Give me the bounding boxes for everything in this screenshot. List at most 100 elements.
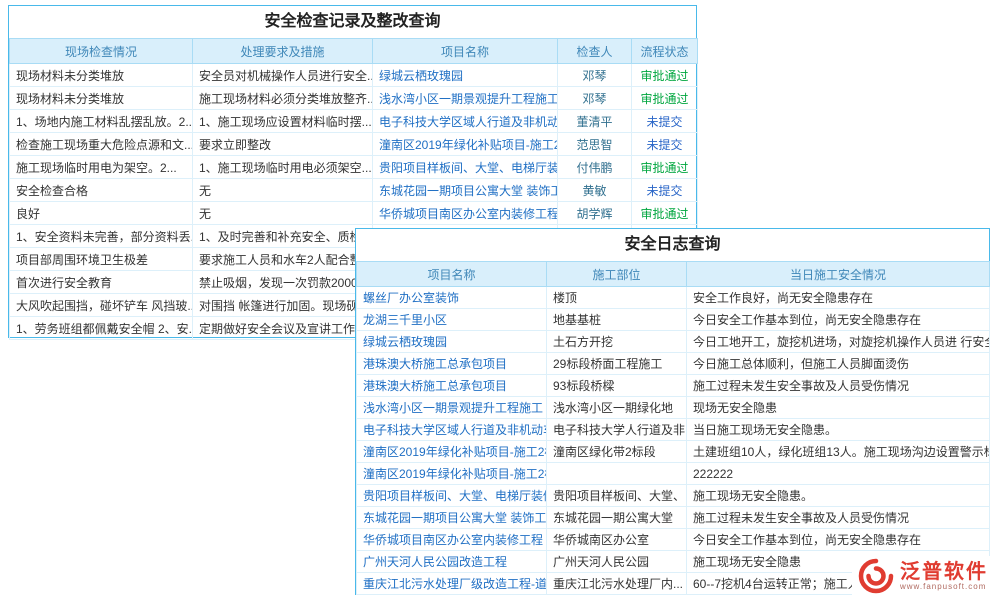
project-link[interactable]: 螺丝厂办公室装饰 [357, 287, 547, 309]
project-link[interactable]: 电子科技大学区域人行道及非机动车道 [357, 419, 547, 441]
project-link[interactable]: 龙湖三千里小区 [357, 309, 547, 331]
logo-subtext: www.fanpusoft.com [900, 583, 988, 592]
table-row[interactable]: 良好无华侨城项目南区办公室内装修工程胡学辉审批通过 [10, 202, 698, 225]
column-header: 处理要求及措施 [193, 39, 373, 64]
cell: 黄敏 [558, 179, 632, 202]
project-link[interactable]: 港珠澳大桥施工总承包项目 [357, 375, 547, 397]
safety-log-title: 安全日志查询 [356, 229, 989, 261]
project-link[interactable]: 绿城云栖玫瑰园 [373, 64, 558, 87]
table-row[interactable]: 潼南区2019年绿化补贴项目-施工2标段潼南区绿化带2标段土建班组10人，绿化班… [357, 441, 990, 463]
cell: 要求施工人员和水车2人配合整... [193, 248, 373, 271]
project-link[interactable]: 重庆江北污水处理厂级改造工程-道路修复 [357, 573, 547, 595]
table-row[interactable]: 港珠澳大桥施工总承包项目93标段桥樑施工过程未发生安全事故及人员受伤情况 [357, 375, 990, 397]
cell: 施工过程未发生安全事故及人员受伤情况 [687, 375, 990, 397]
cell: 安全检查合格 [10, 179, 193, 202]
cell: 当日施工现场无安全隐患。 [687, 419, 990, 441]
cell: 今日安全工作基本到位，尚无安全隐患存在 [687, 529, 990, 551]
project-link[interactable]: 东城花园一期项目公寓大堂 装饰工程 [357, 507, 547, 529]
cell: 93标段桥樑 [547, 375, 687, 397]
cell: 安全员对机械操作人员进行安全... [193, 64, 373, 87]
project-link[interactable]: 电子科技大学区域人行道及非机动车道工程 [373, 110, 558, 133]
cell: 东城花园一期公寓大堂 [547, 507, 687, 529]
status-badge[interactable]: 审批通过 [632, 156, 698, 179]
cell: 土石方开挖 [547, 331, 687, 353]
cell: 贵阳项目样板间、大堂、电... [547, 485, 687, 507]
cell: 安全工作良好，尚无安全隐患存在 [687, 287, 990, 309]
column-header: 现场检查情况 [10, 39, 193, 64]
table-row[interactable]: 绿城云栖玫瑰园土石方开挖今日工地开工，旋挖机进场，对旋挖机操作人员进 行安全技术… [357, 331, 990, 353]
table-row[interactable]: 龙湖三千里小区地基基桩今日安全工作基本到位，尚无安全隐患存在 [357, 309, 990, 331]
cell: 项目部周围环境卫生极差 [10, 248, 193, 271]
project-link[interactable]: 绿城云栖玫瑰园 [357, 331, 547, 353]
table-row[interactable]: 华侨城项目南区办公室内装修工程华侨城南区办公室今日安全工作基本到位，尚无安全隐患… [357, 529, 990, 551]
cell: 无 [193, 179, 373, 202]
cell: 大风吹起围挡，碰坏铲车 风挡玻... [10, 294, 193, 317]
table-row[interactable]: 电子科技大学区域人行道及非机动车道电子科技大学人行道及非...当日施工现场无安全… [357, 419, 990, 441]
cell: 检查施工现场重大危险点源和文... [10, 133, 193, 156]
table-row[interactable]: 贵阳项目样板间、大堂、电梯厅装修工程贵阳项目样板间、大堂、电...施工现场无安全… [357, 485, 990, 507]
cell: 施工现场材料必须分类堆放整齐... [193, 87, 373, 110]
inspection-header-row: 现场检查情况处理要求及措施项目名称检查人流程状态 [10, 39, 698, 64]
table-row[interactable]: 螺丝厂办公室装饰楼顶安全工作良好，尚无安全隐患存在 [357, 287, 990, 309]
status-badge[interactable]: 审批通过 [632, 202, 698, 225]
column-header: 施工部位 [547, 262, 687, 287]
column-header: 流程状态 [632, 39, 698, 64]
project-link[interactable]: 华侨城项目南区办公室内装修工程 [357, 529, 547, 551]
table-row[interactable]: 现场材料未分类堆放安全员对机械操作人员进行安全...绿城云栖玫瑰园邓琴审批通过 [10, 64, 698, 87]
cell: 禁止吸烟，发现一次罚款2000... [193, 271, 373, 294]
table-row[interactable]: 1、场地内施工材料乱摆乱放。2...1、施工现场应设置材料临时摆...电子科技大… [10, 110, 698, 133]
cell: 今日工地开工，旋挖机进场，对旋挖机操作人员进 行安全技术... [687, 331, 990, 353]
table-row[interactable]: 现场材料未分类堆放施工现场材料必须分类堆放整齐...浅水湾小区一期景观提升工程施… [10, 87, 698, 110]
project-link[interactable]: 浅水湾小区一期景观提升工程施工 [373, 87, 558, 110]
cell: 潼南区绿化带2标段 [547, 441, 687, 463]
table-row[interactable]: 港珠澳大桥施工总承包项目29标段桥面工程施工今日施工总体顺利，但施工人员脚面烫伤 [357, 353, 990, 375]
cell: 对围挡 帐篷进行加固。现场砚... [193, 294, 373, 317]
cell: 1、及时完善和补充安全、质检... [193, 225, 373, 248]
project-link[interactable]: 潼南区2019年绿化补贴项目-施工2标段 [357, 463, 547, 485]
status-badge[interactable]: 未提交 [632, 179, 698, 202]
project-link[interactable]: 广州天河人民公园改造工程 [357, 551, 547, 573]
cell [547, 463, 687, 485]
cell: 浅水湾小区一期绿化地 [547, 397, 687, 419]
project-link[interactable]: 华侨城项目南区办公室内装修工程 [373, 202, 558, 225]
table-row[interactable]: 安全检查合格无东城花园一期项目公寓大堂 装饰工程黄敏未提交 [10, 179, 698, 202]
project-link[interactable]: 浅水湾小区一期景观提升工程施工 [357, 397, 547, 419]
cell: 电子科技大学人行道及非... [547, 419, 687, 441]
cell: 现场材料未分类堆放 [10, 64, 193, 87]
project-link[interactable]: 贵阳项目样板间、大堂、电梯厅装修工程 [357, 485, 547, 507]
status-badge[interactable]: 审批通过 [632, 64, 698, 87]
table-row[interactable]: 浅水湾小区一期景观提升工程施工浅水湾小区一期绿化地现场无安全隐患 [357, 397, 990, 419]
table-row[interactable]: 东城花园一期项目公寓大堂 装饰工程东城花园一期公寓大堂施工过程未发生安全事故及人… [357, 507, 990, 529]
table-row[interactable]: 潼南区2019年绿化补贴项目-施工2标段 222222 [357, 463, 990, 485]
logo-text: 泛普软件 www.fanpusoft.com [900, 561, 988, 592]
project-link[interactable]: 东城花园一期项目公寓大堂 装饰工程 [373, 179, 558, 202]
status-badge[interactable]: 未提交 [632, 110, 698, 133]
cell: 良好 [10, 202, 193, 225]
cell: 无 [193, 202, 373, 225]
log-header-row: 项目名称施工部位当日施工安全情况 [357, 262, 990, 287]
table-row[interactable]: 检查施工现场重大危险点源和文...要求立即整改潼南区2019年绿化补贴项目-施工… [10, 133, 698, 156]
project-link[interactable]: 港珠澳大桥施工总承包项目 [357, 353, 547, 375]
cell: 1、施工现场应设置材料临时摆... [193, 110, 373, 133]
status-badge[interactable]: 未提交 [632, 133, 698, 156]
cell: 邓琴 [558, 87, 632, 110]
cell: 1、安全资料未完善，部分资料丢... [10, 225, 193, 248]
cell: 华侨城南区办公室 [547, 529, 687, 551]
cell: 重庆江北污水处理厂内... [547, 573, 687, 595]
cell: 222222 [687, 463, 990, 485]
project-link[interactable]: 潼南区2019年绿化补贴项目-施工2标段 [357, 441, 547, 463]
project-link[interactable]: 潼南区2019年绿化补贴项目-施工2标段 [373, 133, 558, 156]
column-header: 检查人 [558, 39, 632, 64]
cell: 现场无安全隐患 [687, 397, 990, 419]
column-header: 项目名称 [373, 39, 558, 64]
project-link[interactable]: 贵阳项目样板间、大堂、电梯厅装修工程 [373, 156, 558, 179]
cell: 今日施工总体顺利，但施工人员脚面烫伤 [687, 353, 990, 375]
table-row[interactable]: 施工现场临时用电为架空。2...1、施工现场临时用电必须架空...贵阳项目样板间… [10, 156, 698, 179]
cell: 施工现场临时用电为架空。2... [10, 156, 193, 179]
cell: 1、施工现场临时用电必须架空... [193, 156, 373, 179]
cell: 范思智 [558, 133, 632, 156]
status-badge[interactable]: 审批通过 [632, 87, 698, 110]
cell: 施工过程未发生安全事故及人员受伤情况 [687, 507, 990, 529]
safety-log-table: 项目名称施工部位当日施工安全情况 螺丝厂办公室装饰楼顶安全工作良好，尚无安全隐患… [356, 261, 990, 595]
cell: 要求立即整改 [193, 133, 373, 156]
